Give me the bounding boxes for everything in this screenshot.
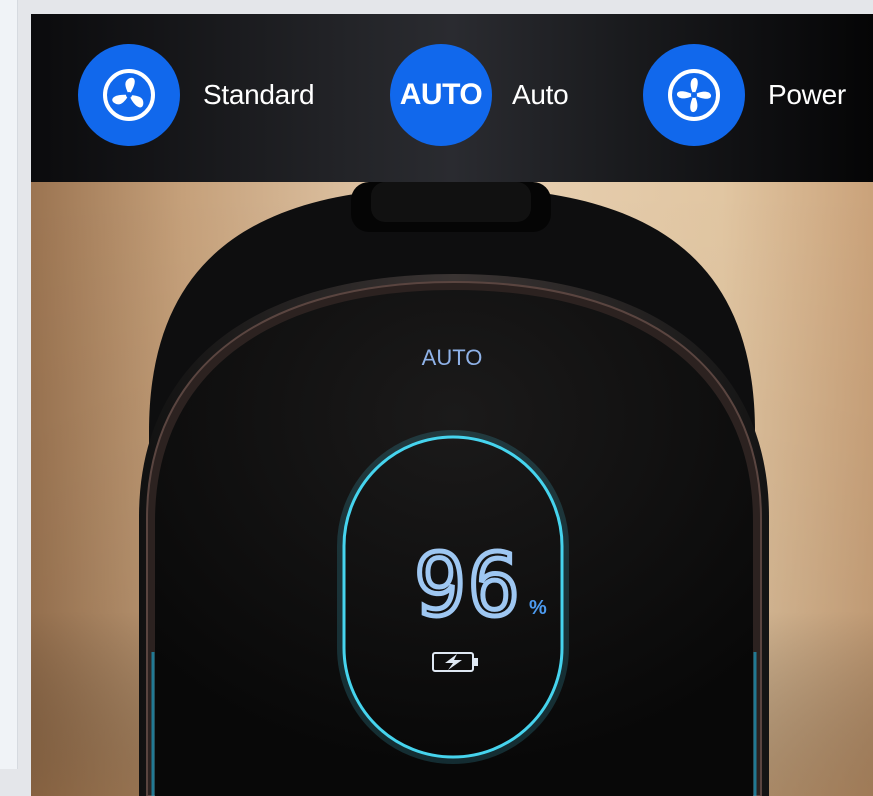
mode-auto-label: Auto (512, 79, 569, 110)
mode-standard-label: Standard (203, 79, 315, 110)
left-panel (0, 0, 18, 769)
mode-auto[interactable]: AUTO Auto (390, 44, 569, 146)
product-card: Standard AUTO Auto Power AUTO 96 % (31, 14, 873, 796)
battery-percent-digits: 96 (414, 536, 522, 636)
mode-power-label: Power (768, 79, 846, 110)
mode-standard[interactable]: Standard (78, 44, 315, 146)
fan-blades-icon (103, 69, 155, 121)
mode-bar: Standard AUTO Auto Power (31, 14, 873, 182)
standard-mode-icon-circle[interactable] (78, 44, 180, 146)
product-photo: AUTO 96 % (31, 182, 873, 796)
percent-symbol: % (529, 597, 547, 619)
device-mode-text: AUTO (422, 345, 483, 370)
auto-icon-text: AUTO (399, 78, 483, 111)
fan-power-icon (668, 69, 720, 121)
power-mode-icon-circle[interactable] (643, 44, 745, 146)
mode-power[interactable]: Power (643, 44, 846, 146)
auto-mode-icon-circle[interactable]: AUTO (390, 44, 492, 146)
